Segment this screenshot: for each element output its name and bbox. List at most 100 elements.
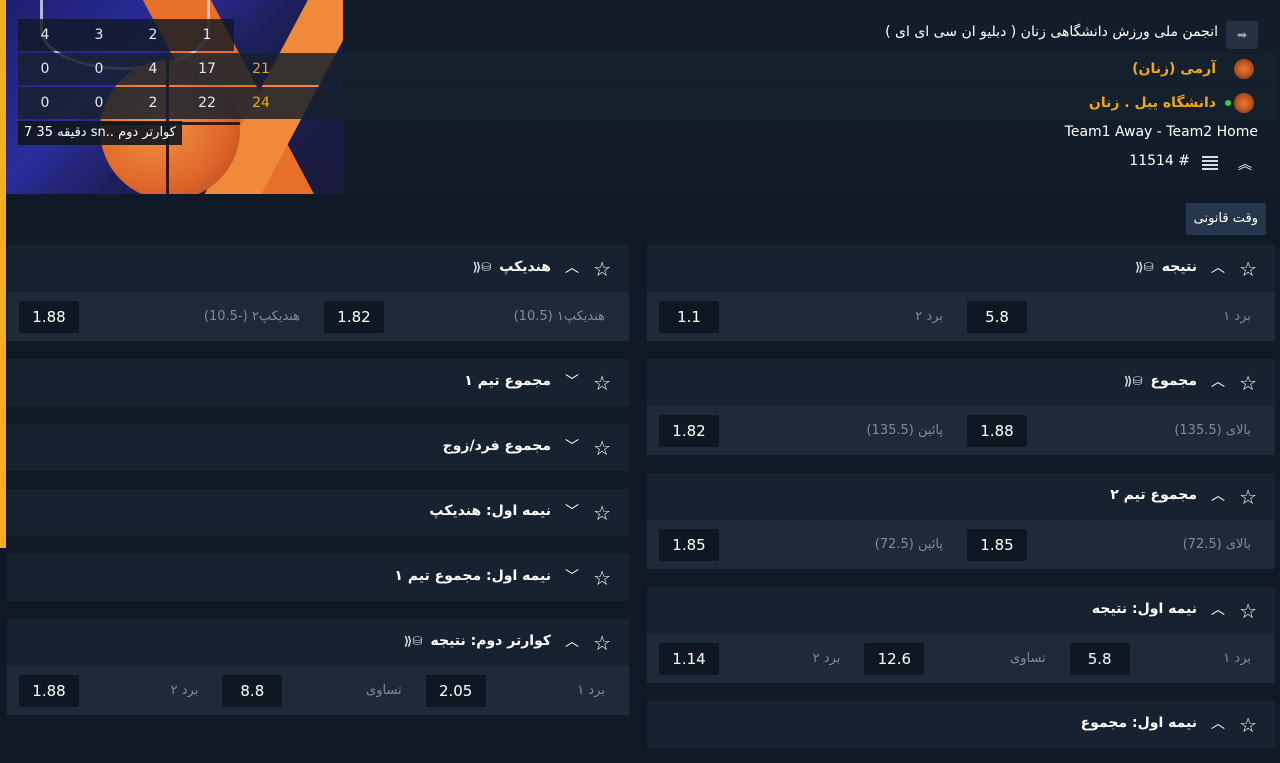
market-selections: بالای (72.5) 1.85 پائین (72.5) 1.85: [647, 520, 1275, 569]
chevron-down-icon[interactable]: ﹀: [565, 566, 579, 586]
match-id: 11514 #: [1129, 153, 1190, 169]
cashout-coins-icon: ⛁⟪: [1135, 260, 1154, 274]
odd-button[interactable]: 1.82: [659, 415, 719, 447]
market-header[interactable]: ☆ ︿ کوارتر دوم: نتیجه⛁⟪: [7, 619, 629, 666]
market-selections: برد ۱ 5.8 تساوی 12.6 برد ۲ 1.14: [647, 634, 1275, 683]
statistics-icon[interactable]: [1202, 156, 1218, 170]
market-selections: برد ۱ 2.05 تساوی 8.8 برد ۲ 1.88: [7, 666, 629, 715]
quarter-score: 0: [40, 95, 50, 111]
selection-label: برد ۲: [170, 683, 199, 698]
selection[interactable]: برد ۲ 1.14: [647, 643, 1275, 675]
favorite-star-icon[interactable]: ☆: [593, 371, 611, 395]
favorite-star-icon[interactable]: ☆: [593, 631, 611, 655]
odd-button[interactable]: 1.1: [659, 301, 719, 333]
market-title: نتیجه⛁⟪: [1135, 259, 1197, 275]
cashout-coins-icon: ⛁⟪: [403, 634, 423, 648]
chevron-up-icon[interactable]: ︿: [1211, 371, 1225, 391]
market-header[interactable]: ☆ ︿ هندیکپ⛁⟪: [7, 245, 629, 292]
market-header[interactable]: ☆ ︿ مجموع تیم ۲: [647, 473, 1275, 520]
selection-label: برد ۲: [915, 309, 943, 324]
quarter-number: 2: [148, 27, 158, 43]
market-selections: هندیکپ۱ (10.5) 1.82 هندیکپ۲ (-10.5) 1.88: [7, 292, 629, 341]
market-block: ☆ ︿ مجموع تیم ۲ بالای (72.5) 1.85 پائین (72.5…: [647, 473, 1275, 569]
chevron-up-icon[interactable]: ︿: [1211, 257, 1225, 277]
team-score-row: 0 0 2 22 24 دانشگاه ییل . زنان: [18, 87, 1276, 119]
market-title: مجموع تیم ۲: [1110, 487, 1197, 503]
favorite-star-icon[interactable]: ☆: [593, 566, 611, 590]
cashout-coins-icon: ⛁⟪: [472, 260, 492, 274]
team-score-row: 0 0 4 17 21 آرمی (زنان): [18, 53, 1276, 85]
market-block: ☆ ︿ مجموع⛁⟪ بالای (135.5) 1.88 پائین (135.5) 1…: [647, 359, 1275, 455]
total-score: 21: [252, 61, 270, 77]
chevron-down-icon[interactable]: ﹀: [565, 501, 579, 521]
selection[interactable]: برد ۲ 1.88: [7, 675, 629, 707]
team-logo-icon: [1234, 59, 1254, 79]
left-accent-bar: [0, 0, 6, 548]
market-block: ☆ ︿ کوارتر دوم: نتیجه⛁⟪ برد ۱ 2.05 تساوی 8.8 بر…: [7, 619, 629, 715]
odd-button[interactable]: 1.88: [19, 675, 79, 707]
market-header[interactable]: ☆ ︿ مجموع⛁⟪: [647, 359, 1275, 406]
chevron-down-icon[interactable]: ﹀: [565, 436, 579, 456]
favorite-star-icon[interactable]: ☆: [1239, 599, 1257, 623]
chevron-up-icon[interactable]: ︿: [1211, 485, 1225, 505]
market-header[interactable]: ☆ ︿ نیمه اول: مجموع: [647, 701, 1275, 748]
market-header[interactable]: ☆ ﹀ نیمه اول: هندیکپ: [7, 489, 629, 536]
chevron-up-icon[interactable]: ︿: [1211, 713, 1225, 733]
market-header[interactable]: ☆ ﹀ مجموع فرد/زوج: [7, 424, 629, 471]
markets-column-left: ☆ ︿ هندیکپ⛁⟪ هندیکپ۱ (10.5) 1.82 هندیکپ۲ (-10…: [7, 245, 629, 733]
selection[interactable]: هندیکپ۲ (-10.5) 1.88: [7, 301, 629, 333]
market-title: مجموع تیم ۱: [464, 373, 551, 389]
quarter-score: 0: [94, 61, 104, 77]
favorite-star-icon[interactable]: ☆: [1239, 371, 1257, 395]
market-title: مجموع فرد/زوج: [442, 438, 551, 454]
total-score: 24: [252, 95, 270, 111]
favorite-star-icon[interactable]: ☆: [1239, 485, 1257, 509]
share-button[interactable]: ➡: [1226, 21, 1258, 49]
collapse-header-icon[interactable]: ︽: [1238, 154, 1252, 174]
chevron-up-icon[interactable]: ︿: [565, 631, 579, 651]
selection[interactable]: پائین (72.5) 1.85: [647, 529, 1275, 561]
market-block: ☆ ︿ نتیجه⛁⟪ برد ۱ 5.8 برد ۲ 1.1: [647, 245, 1275, 341]
quarter-header-row: 4 3 2 1: [18, 19, 234, 51]
market-block: ☆ ﹀ مجموع فرد/زوج: [7, 424, 629, 471]
odd-button[interactable]: 1.85: [659, 529, 719, 561]
market-block: ☆ ︿ هندیکپ⛁⟪ هندیکپ۱ (10.5) 1.82 هندیکپ۲ (-10…: [7, 245, 629, 341]
favorite-star-icon[interactable]: ☆: [593, 436, 611, 460]
market-block: ☆ ︿ نیمه اول: نتیجه برد ۱ 5.8 تساوی 12.6 برد ۲1…: [647, 587, 1275, 683]
quarter-number: 4: [40, 27, 50, 43]
chevron-up-icon[interactable]: ︿: [565, 257, 579, 277]
team-logo-icon: [1234, 93, 1254, 113]
chevron-up-icon[interactable]: ︿: [1211, 599, 1225, 619]
selection-label: هندیکپ۲ (-10.5): [203, 309, 300, 324]
market-title: نیمه اول: هندیکپ: [429, 503, 551, 519]
market-selections: برد ۱ 5.8 برد ۲ 1.1: [647, 292, 1275, 341]
market-header[interactable]: ☆ ︿ نیمه اول: نتیجه: [647, 587, 1275, 634]
market-title: مجموع⛁⟪: [1123, 373, 1197, 389]
tab-regular-time[interactable]: وقت قانونی: [1185, 203, 1266, 235]
favorite-star-icon[interactable]: ☆: [1239, 713, 1257, 737]
odd-button[interactable]: 1.88: [19, 301, 79, 333]
favorite-star-icon[interactable]: ☆: [1239, 257, 1257, 281]
league-title: انجمن ملی ورزش دانشگاهی زنان ( دبلیو ان …: [885, 24, 1218, 40]
market-header[interactable]: ☆ ﹀ مجموع تیم ۱: [7, 359, 629, 406]
market-header[interactable]: ☆ ﹀ نیمه اول: مجموع تیم ۱: [7, 554, 629, 601]
serving-indicator-icon: [1225, 100, 1231, 106]
market-title: نیمه اول: مجموع تیم ۱: [394, 568, 551, 584]
chevron-down-icon[interactable]: ﹀: [565, 371, 579, 391]
quarter-number: 3: [94, 27, 104, 43]
selection[interactable]: پائین (135.5) 1.82: [647, 415, 1275, 447]
market-selections: بالای (135.5) 1.88 پائین (135.5) 1.82: [647, 406, 1275, 455]
odd-button[interactable]: 1.14: [659, 643, 719, 675]
markets-column-right: ☆ ︿ نتیجه⛁⟪ برد ۱ 5.8 برد ۲ 1.1 ☆ ︿ مجموع⛁⟪ بالای …: [647, 245, 1275, 763]
quarter-score: 0: [40, 61, 50, 77]
market-block: ☆ ︿ نیمه اول: مجموع: [647, 701, 1275, 748]
market-header[interactable]: ☆ ︿ نتیجه⛁⟪: [647, 245, 1275, 292]
favorite-star-icon[interactable]: ☆: [593, 501, 611, 525]
favorite-star-icon[interactable]: ☆: [593, 257, 611, 281]
selection[interactable]: برد ۲ 1.1: [647, 301, 1275, 333]
quarter-score: 0: [94, 95, 104, 111]
quarter-score: 22: [198, 95, 216, 111]
match-period-label: کوارتر دوم ..sn دقیقه 35 7: [18, 121, 182, 145]
cashout-coins-icon: ⛁⟪: [1123, 374, 1143, 388]
market-title: کوارتر دوم: نتیجه⛁⟪: [403, 633, 551, 649]
